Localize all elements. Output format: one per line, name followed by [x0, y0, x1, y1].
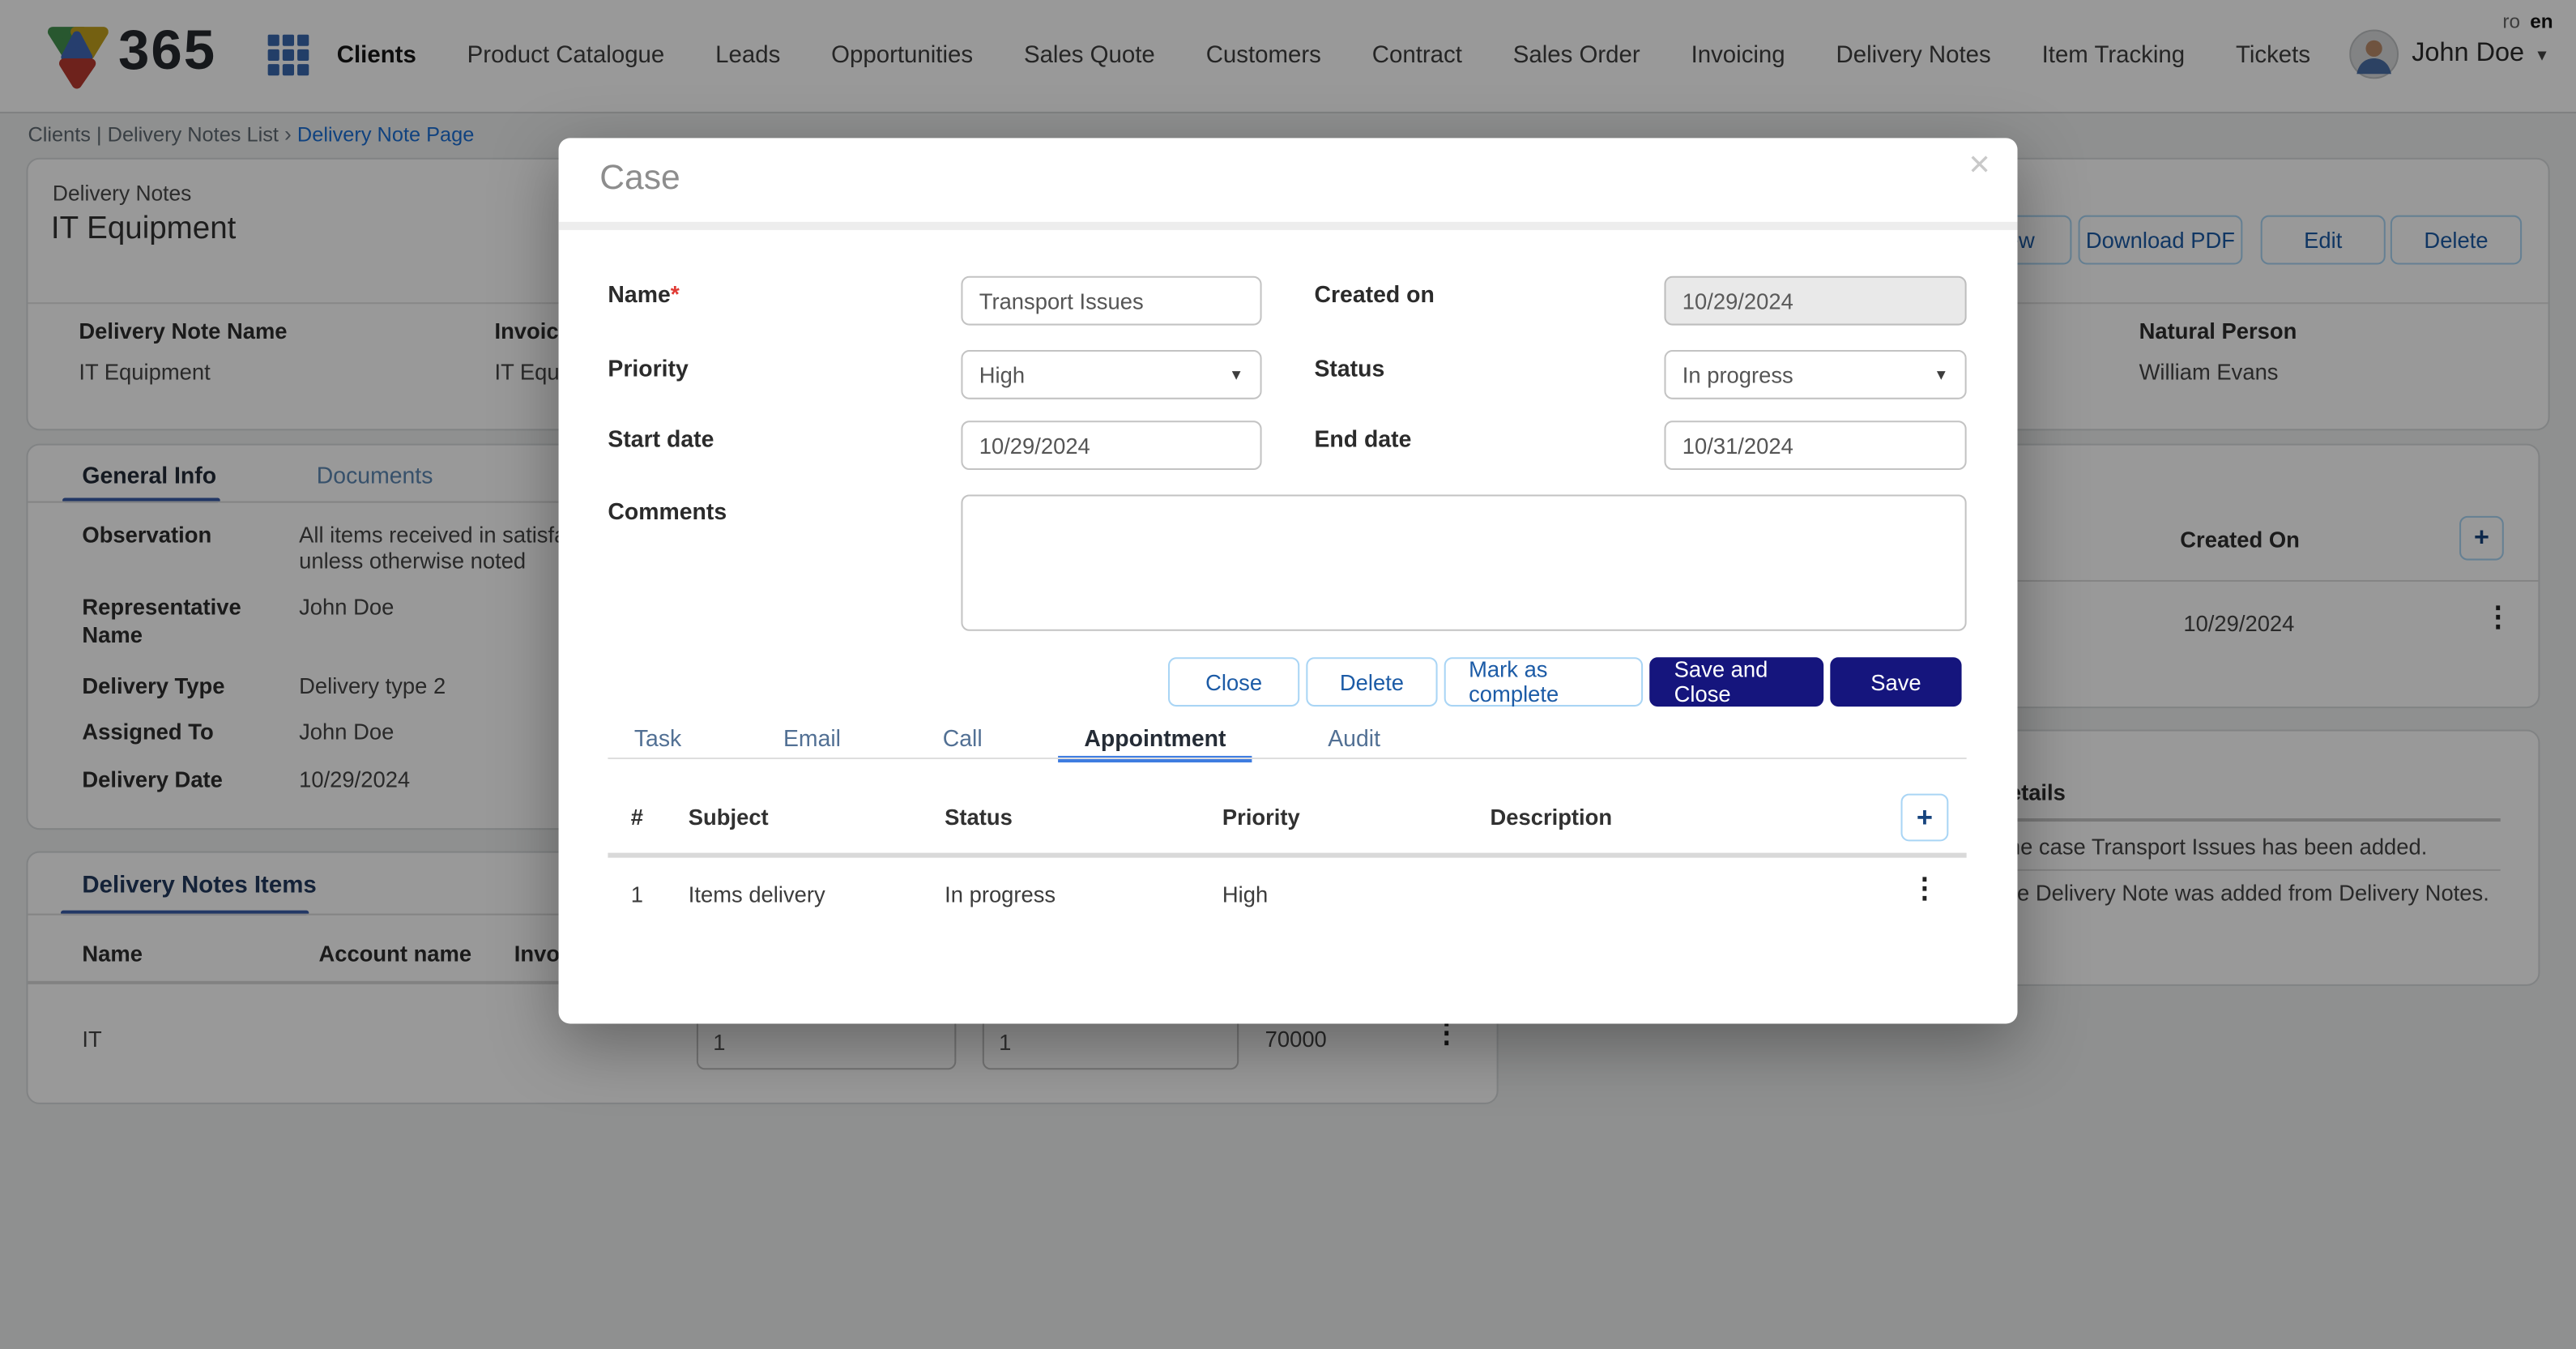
comments-textarea[interactable]	[961, 494, 1966, 630]
appt-row-num: 1	[631, 882, 643, 907]
comments-label: Comments	[608, 498, 727, 524]
screen: 365 Clients Product Catalogue Leads Oppo…	[0, 0, 2576, 1349]
modal-header-divider	[559, 222, 2018, 230]
status-select[interactable]: In progress ▼	[1664, 350, 1966, 399]
tab-task[interactable]: Task	[608, 716, 707, 759]
name-label: Name*	[608, 281, 679, 307]
delete-case-button[interactable]: Delete	[1306, 657, 1437, 707]
appt-col-description: Description	[1490, 805, 1612, 830]
start-date-label: Start date	[608, 425, 714, 451]
required-asterisk: *	[671, 281, 680, 307]
start-date-input[interactable]	[961, 420, 1261, 470]
dropdown-caret-icon: ▼	[1934, 366, 1948, 382]
appt-col-priority: Priority	[1222, 805, 1300, 830]
name-label-text: Name	[608, 281, 670, 307]
tab-audit[interactable]: Audit	[1302, 716, 1407, 759]
close-button[interactable]: Close	[1168, 657, 1299, 707]
add-appointment-button[interactable]: +	[1901, 794, 1949, 842]
priority-select[interactable]: High ▼	[961, 350, 1261, 399]
tabs-baseline	[608, 758, 1966, 759]
appt-row-priority: High	[1222, 882, 1268, 907]
created-on-input	[1664, 276, 1966, 326]
mark-as-complete-button[interactable]: Mark as complete	[1444, 657, 1643, 707]
tab-call[interactable]: Call	[916, 716, 1009, 759]
status-label: Status	[1314, 355, 1384, 381]
appt-col-subject: Subject	[689, 805, 769, 830]
appt-row-subject: Items delivery	[689, 882, 825, 907]
name-input[interactable]	[961, 276, 1261, 326]
case-modal: Case ✕ Name* Created on Priority High ▼ …	[559, 138, 2018, 1023]
tab-email[interactable]: Email	[757, 716, 868, 759]
save-and-close-button[interactable]: Save and Close	[1649, 657, 1823, 707]
save-button[interactable]: Save	[1830, 657, 1961, 707]
appt-row-status: In progress	[945, 882, 1056, 907]
appt-col-num: #	[631, 805, 643, 830]
close-icon[interactable]: ✕	[1968, 150, 1991, 183]
modal-button-row: Close Delete Mark as complete Save and C…	[1168, 657, 1962, 707]
created-on-label: Created on	[1314, 281, 1434, 307]
modal-title: Case	[599, 160, 680, 199]
priority-label: Priority	[608, 355, 688, 381]
appt-table-divider	[608, 853, 1966, 858]
appt-col-status: Status	[945, 805, 1013, 830]
priority-value: High	[979, 362, 1025, 386]
status-value: In progress	[1683, 362, 1793, 386]
dropdown-caret-icon: ▼	[1229, 366, 1243, 382]
activity-tabs: Task Email Call Appointment Audit	[608, 716, 1406, 759]
end-date-input[interactable]	[1664, 420, 1966, 470]
appt-row-kebab-icon[interactable]: ⋮	[1911, 874, 1938, 902]
end-date-label: End date	[1314, 425, 1411, 451]
tab-appointment[interactable]: Appointment	[1058, 716, 1252, 759]
